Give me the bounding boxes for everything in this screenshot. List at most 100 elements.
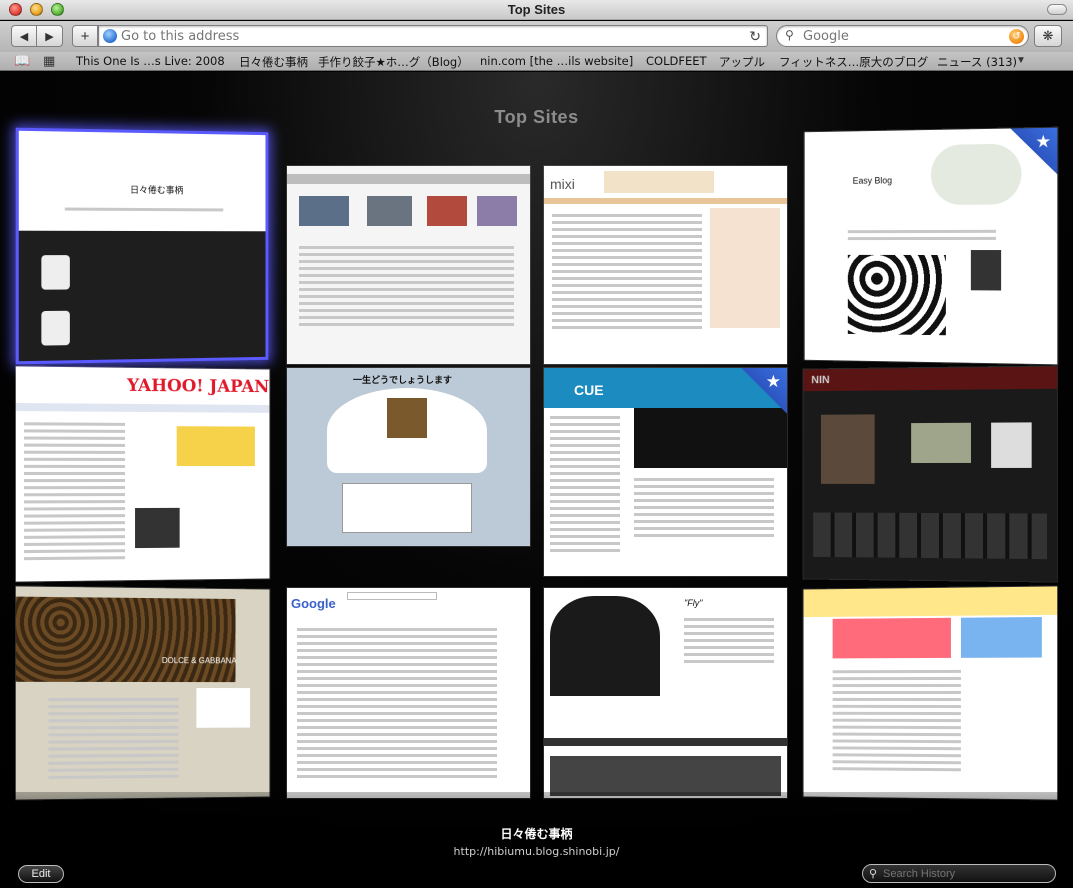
edit-button[interactable]: Edit — [18, 865, 64, 883]
top-site-tile[interactable]: NIN — [804, 366, 1058, 581]
game-panel — [342, 483, 472, 533]
tile-text-lines — [24, 422, 125, 564]
bookmark-item[interactable]: COLDFEET — [646, 54, 707, 68]
window-title: Top Sites — [0, 2, 1073, 17]
search-input[interactable] — [803, 28, 998, 44]
tile-label: YAHOO! JAPAN — [127, 376, 269, 397]
top-site-tile[interactable]: Google — [287, 588, 530, 798]
top-sites-heading: Top Sites — [0, 107, 1073, 128]
tile-header-bar — [804, 586, 1058, 617]
selected-site-url: http://hibiumu.blog.shinobi.jp/ — [0, 845, 1073, 858]
bookmark-item[interactable]: フィットネス…原大のブログ — [779, 54, 928, 70]
shrine-image — [387, 398, 427, 438]
bookmark-item[interactable]: ニュース (313) — [937, 54, 1017, 70]
tile-nav-bar — [16, 403, 270, 413]
google-search-field[interactable]: ⚲ ↺ — [776, 25, 1029, 47]
bottle-image — [41, 311, 70, 346]
tile-text-lines — [297, 628, 497, 782]
bookmark-item[interactable]: This One Is …s Live: 2008 — [76, 54, 225, 68]
browser-toolbar: ◀ ▶ + ↻ ⚲ ↺ ❋ — [0, 21, 1073, 52]
top-site-tile[interactable]: Easy Blog ★ — [805, 128, 1058, 365]
tile-label: mixi — [550, 176, 575, 192]
top-site-tile[interactable]: "Fly" — [544, 588, 787, 798]
top-site-tile[interactable]: 日々倦む事柄 — [16, 128, 269, 365]
address-input[interactable] — [121, 28, 741, 44]
back-button[interactable]: ◀ — [11, 25, 37, 47]
top-site-tile[interactable]: 一生どうでしょうします — [287, 368, 530, 546]
album-image — [971, 250, 1001, 290]
tile-label: NIN — [811, 374, 829, 386]
hero-image — [634, 408, 787, 468]
top-sites-view: Top Sites 日々倦む事柄 mixi Easy Blog ★ YAHOO!… — [0, 72, 1073, 888]
tile-text-lines — [552, 214, 702, 333]
search-icon: ⚲ — [785, 28, 794, 42]
top-site-tile[interactable]: mixi — [544, 166, 787, 364]
pattern-image — [848, 255, 946, 335]
chevron-down-icon[interactable]: ▼ — [1016, 55, 1026, 66]
forward-button[interactable]: ▶ — [37, 25, 63, 47]
tile-label: DOLCE & GABBANA — [162, 656, 237, 665]
product-image — [367, 196, 412, 226]
star-icon: ★ — [1035, 132, 1051, 153]
google-widget — [196, 688, 250, 728]
tile-text-lines — [65, 208, 223, 216]
top-site-tile[interactable]: CUE ★ — [544, 368, 787, 576]
tile-text-lines — [848, 230, 996, 244]
banner-image — [604, 171, 714, 193]
back-arrow-icon: ◀ — [20, 30, 28, 43]
tile-text-lines — [550, 416, 620, 556]
new-site-badge: ★ — [741, 368, 787, 414]
window-titlebar: Top Sites — [0, 0, 1073, 20]
history-search-input[interactable] — [883, 867, 1048, 881]
tile-label: CUE — [574, 382, 604, 398]
search-box — [347, 592, 437, 600]
header-art — [931, 144, 1021, 205]
reload-icon[interactable]: ↻ — [749, 28, 761, 45]
top-site-tile[interactable] — [287, 166, 530, 364]
banknote-image — [911, 423, 971, 463]
bug-icon: ❋ — [1043, 28, 1054, 44]
tile-nav-bar — [544, 198, 787, 204]
tile-text-lines — [634, 478, 774, 541]
tile-text-lines — [684, 618, 774, 667]
search-icon: ⚲ — [869, 867, 877, 880]
photo-strip — [813, 512, 1047, 559]
tile-label: Easy Blog — [853, 175, 892, 185]
tile-label: "Fly" — [684, 598, 702, 608]
tile-header-bar — [804, 366, 1058, 391]
tile-label: Google — [291, 596, 336, 611]
tile-label: 日々倦む事柄 — [130, 183, 183, 196]
top-site-tile[interactable]: YAHOO! JAPAN — [16, 366, 270, 581]
tile-label: 一生どうでしょうします — [353, 373, 452, 386]
tile-nav-bar — [287, 174, 530, 184]
toolbar-toggle-button[interactable] — [1047, 4, 1067, 15]
top-site-tile[interactable]: DOLCE & GABBANA — [16, 586, 270, 799]
tile-text-lines — [48, 698, 178, 783]
ad-image — [177, 426, 255, 466]
snapback-icon[interactable]: ↺ — [1009, 29, 1024, 44]
promo-image — [833, 618, 951, 659]
forward-arrow-icon: ▶ — [45, 30, 53, 43]
address-bar[interactable]: ↻ — [98, 25, 768, 47]
globe-icon — [103, 29, 117, 43]
history-search-field[interactable]: ⚲ — [862, 864, 1056, 883]
grid-icon[interactable]: ▦ — [43, 53, 55, 69]
tile-nav-bar — [544, 738, 787, 746]
top-site-tile[interactable] — [804, 586, 1058, 799]
tile-text-lines — [299, 246, 514, 330]
artist-photo — [550, 596, 660, 696]
ad-image — [710, 208, 780, 328]
bookmark-item[interactable]: 手作り餃子★ホ…グ（Blog） — [318, 54, 469, 70]
tile-text-lines — [833, 670, 961, 775]
leopard-banner-image — [16, 597, 236, 683]
product-image — [427, 196, 467, 226]
book-icon[interactable]: 📖 — [14, 53, 30, 69]
add-bookmark-button[interactable]: + — [72, 25, 98, 47]
product-image — [477, 196, 517, 226]
bookmark-item[interactable]: nin.com [the …ils website] — [480, 54, 633, 68]
selected-site-title: 日々倦む事柄 — [0, 825, 1073, 842]
bottle-image — [41, 255, 70, 290]
report-bug-button[interactable]: ❋ — [1034, 25, 1062, 47]
bookmark-item[interactable]: アップル — [719, 54, 765, 70]
bookmark-item[interactable]: 日々倦む事柄 — [239, 54, 308, 70]
